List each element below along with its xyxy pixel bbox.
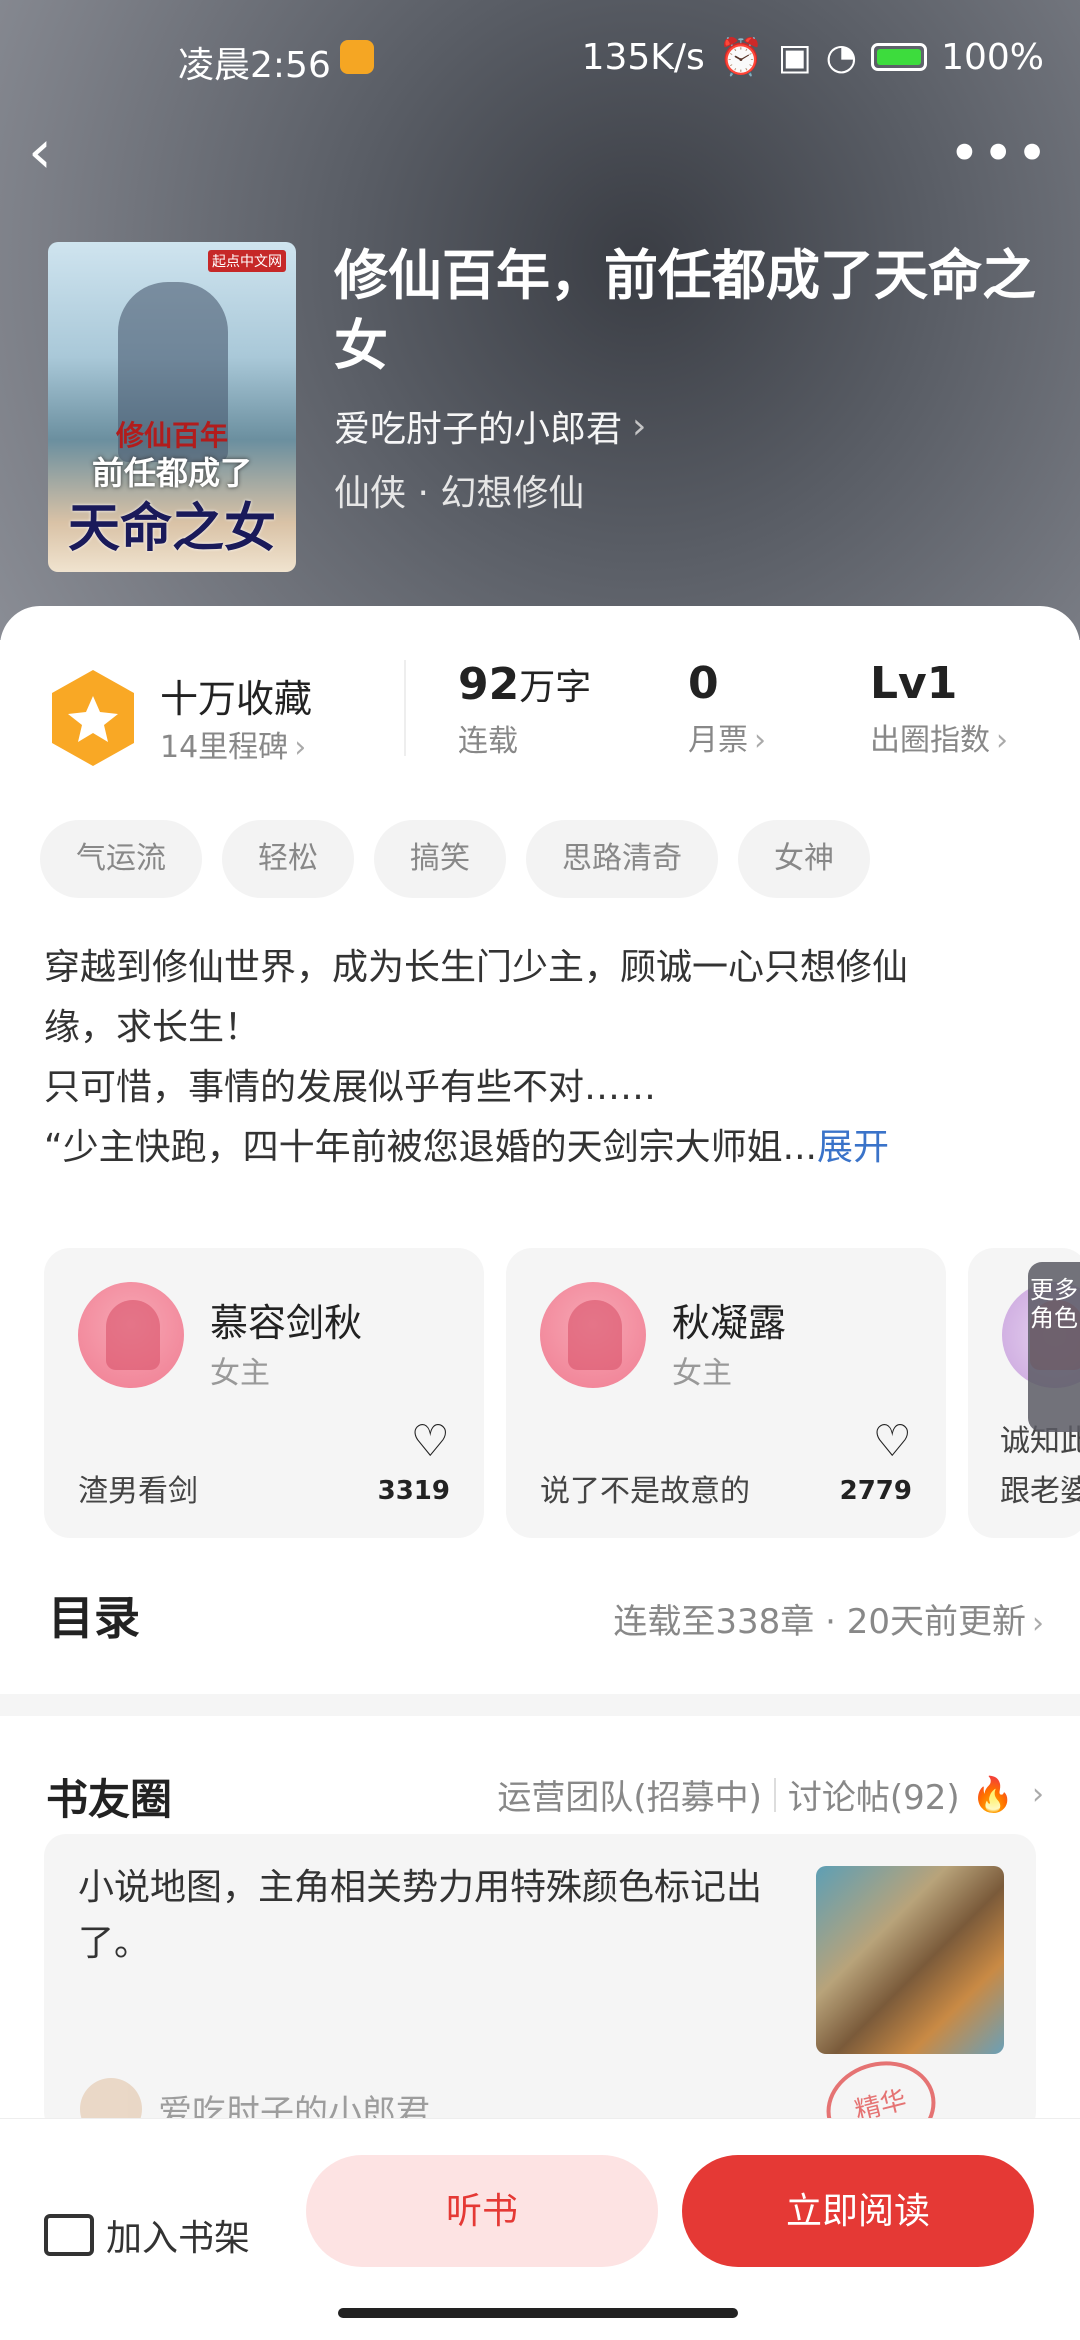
tag-chip[interactable]: 气运流 <box>40 820 202 898</box>
post-image[interactable] <box>816 1866 1004 2054</box>
milestone-title[interactable]: 十万收藏 <box>160 668 312 723</box>
more-options-button[interactable]: ••• <box>948 122 1050 185</box>
post-text: 小说地图，主角相关势力用特殊颜色标记出了。 <box>78 1867 763 1964</box>
character-quote: 说了不是故意的 <box>540 1474 750 1509</box>
table-of-contents-row[interactable]: 目录 连载至338章 · 20天前更新 › <box>0 1572 1080 1662</box>
battery-percent: 100% <box>941 36 1044 78</box>
author-link[interactable]: 爱吃肘子的小郎君 › <box>334 400 646 452</box>
stats-divider <box>404 660 406 756</box>
back-button[interactable]: ‹ <box>28 122 68 182</box>
stats-row: 十万收藏 14里程碑 › 92万字 连载 0 月票 › Lv1 出圈指数 › <box>0 650 1080 780</box>
separator <box>773 1777 776 1812</box>
cover-badge: 起点中文网 <box>208 250 286 272</box>
word-count: 92 <box>458 659 520 710</box>
toc-status: 连载至338章 · 20天前更新 <box>613 1602 1026 1642</box>
cover-line3: 天命之女 <box>67 498 276 559</box>
character-quote: 渣男看剑 <box>78 1474 198 1509</box>
character-list: 慕容剑秋 女主 渣男看剑 ♡ 3319 秋凝露 女主 说了不是故意的 ♡ 277… <box>44 1248 1080 1538</box>
influence-label: 出圈指数 <box>870 723 990 758</box>
network-speed: 135K/s <box>581 36 705 78</box>
battery-icon <box>871 43 928 71</box>
desc-line: “少主快跑，四十年前被您退婚的天剑宗大师姐... <box>44 1127 817 1168</box>
shelf-label: 加入书架 <box>106 2218 251 2259</box>
flame-icon: 🔥 <box>971 1774 1014 1815</box>
listen-button[interactable]: 听书 <box>306 2155 658 2267</box>
desc-line: 穿越到修仙世界，成为长生门少主，顾诚一心只想修仙 <box>44 947 909 988</box>
chevron-right-icon: › <box>996 723 1008 758</box>
expand-link[interactable]: 展开 <box>817 1127 889 1168</box>
influence-stat[interactable]: Lv1 出圈指数 › <box>870 658 1008 759</box>
status-time: 凌晨2:56 <box>178 45 331 86</box>
tag-chip[interactable]: 思路清奇 <box>526 820 718 898</box>
home-indicator[interactable] <box>338 2308 738 2318</box>
character-role: 女主 <box>672 1356 732 1391</box>
tag-list: 气运流 轻松 搞笑 思路清奇 女神 <box>40 820 870 898</box>
tag-chip[interactable]: 女神 <box>738 820 870 898</box>
chevron-right-icon: › <box>754 723 766 758</box>
wifi-icon: ◔ <box>825 36 858 78</box>
read-now-button[interactable]: 立即阅读 <box>682 2155 1034 2267</box>
ticket-count: 0 <box>688 658 719 709</box>
milestone-link[interactable]: 14里程碑 › <box>160 722 306 766</box>
word-count-stat: 92万字 连载 <box>458 658 591 760</box>
status-bar: 凌晨2:56 135K/s ⏰ ▣ ◔ 100% <box>0 30 1080 90</box>
ticket-label: 月票 <box>688 723 748 758</box>
toc-title: 目录 <box>48 1591 140 1645</box>
heart-icon[interactable]: ♡ <box>411 1416 450 1467</box>
app-notification-icon <box>340 40 374 74</box>
book-genre: 仙侠 · 幻想修仙 <box>334 473 585 514</box>
reader-circle-header: 书友圈 运营团队(招募中) 讨论帖(92) 🔥 › <box>0 1760 1080 1840</box>
word-label: 连载 <box>458 724 518 759</box>
bookshelf-add-icon <box>44 2214 94 2256</box>
book-cover[interactable]: 起点中文网 修仙百年 前任都成了 天命之女 <box>48 242 296 572</box>
chevron-right-icon: › <box>1032 1606 1044 1641</box>
chevron-right-icon[interactable]: › <box>1032 1777 1044 1812</box>
word-unit: 万字 <box>519 667 592 708</box>
section-divider <box>0 1694 1080 1716</box>
circle-post[interactable]: 小说地图，主角相关势力用特殊颜色标记出了。 爱吃肘子的小郎君 精华 <box>44 1834 1036 2134</box>
book-title: 修仙百年，前任都成了天命之女 <box>334 243 1036 377</box>
character-card[interactable]: 慕容剑秋 女主 渣男看剑 ♡ 3319 <box>44 1248 484 1538</box>
bottom-action-bar: 加入书架 听书 立即阅读 <box>0 2118 1080 2340</box>
chevron-right-icon: › <box>294 730 307 765</box>
alarm-icon: ⏰ <box>718 37 764 78</box>
author-name: 爱吃肘子的小郎君 <box>334 409 623 450</box>
character-avatar <box>540 1282 646 1388</box>
more-characters-button[interactable]: 更多角色 <box>1028 1262 1080 1432</box>
desc-line: 缘，求长生！ <box>44 1007 261 1048</box>
threads-link[interactable]: 讨论帖(92) <box>788 1770 960 1819</box>
character-card[interactable]: 秋凝露 女主 说了不是故意的 ♡ 2779 <box>506 1248 946 1538</box>
character-quote: 跟老婆 <box>1000 1474 1080 1509</box>
book-description[interactable]: 穿越到修仙世界，成为长生门少主，顾诚一心只想修仙 缘，求长生！ 只可惜，事情的发… <box>44 938 1044 1178</box>
sim-icon: ▣ <box>777 36 812 78</box>
character-name: 秋凝露 <box>672 1301 787 1345</box>
character-name: 慕容剑秋 <box>210 1301 363 1345</box>
character-likes: 2779 <box>839 1476 912 1506</box>
character-likes: 3319 <box>377 1476 450 1506</box>
milestone-sub: 14里程碑 <box>160 730 289 765</box>
tag-chip[interactable]: 搞笑 <box>374 820 506 898</box>
ops-team-link[interactable]: 运营团队(招募中) <box>497 1770 762 1819</box>
character-avatar <box>78 1282 184 1388</box>
chevron-right-icon: › <box>632 405 647 447</box>
influence-level: Lv1 <box>870 658 958 709</box>
status-right: 135K/s ⏰ ▣ ◔ 100% <box>581 36 1044 79</box>
desc-line: 只可惜，事情的发展似乎有些不对…… <box>44 1067 657 1108</box>
milestone-medal-icon <box>52 670 134 766</box>
monthly-ticket-stat[interactable]: 0 月票 › <box>688 658 766 759</box>
circle-title: 书友圈 <box>46 1775 173 1824</box>
character-role: 女主 <box>210 1356 270 1391</box>
tag-chip[interactable]: 轻松 <box>222 820 354 898</box>
heart-icon[interactable]: ♡ <box>873 1416 912 1467</box>
add-to-shelf-button[interactable]: 加入书架 <box>44 2209 250 2261</box>
